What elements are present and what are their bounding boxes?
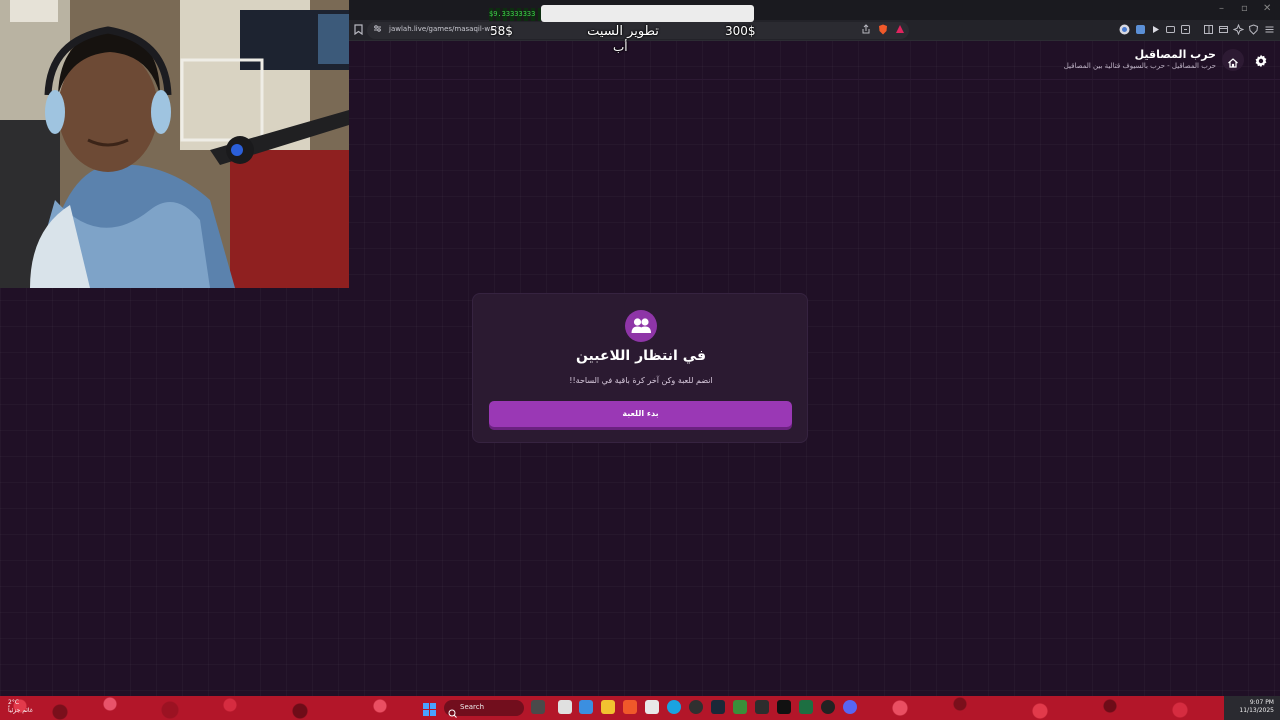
close-button[interactable]: ✕ (1263, 3, 1271, 14)
waiting-title: في انتظار اللاعبين (575, 348, 707, 364)
donation-ticker: $9.33333333 (489, 8, 541, 21)
extension-icon-4[interactable] (1165, 24, 1176, 35)
extension-icon-2[interactable] (1135, 24, 1146, 35)
steam-app-icon[interactable] (711, 700, 725, 714)
brave-shield-icon[interactable] (877, 24, 888, 35)
goal-current-amount: 58$ (490, 24, 513, 38)
page-subtitle: حرب المصاقيل - حرب بالسيوف قتالية بين ال… (1063, 62, 1216, 70)
home-icon (1227, 54, 1239, 73)
windows-start-icon[interactable] (423, 701, 436, 720)
taskbar-search[interactable]: Search (444, 700, 524, 718)
copilot-app-icon[interactable] (579, 700, 593, 714)
excel-app-icon[interactable] (799, 700, 813, 714)
extension-icon-3[interactable] (1150, 24, 1161, 35)
home-button[interactable] (1222, 49, 1244, 71)
goal-title-line2: أب (613, 40, 628, 54)
site-settings-icon[interactable] (372, 24, 383, 35)
url-text[interactable]: jawlah.live/games/masaqil-war?c (389, 25, 505, 33)
goal-title: تطوير السيت (587, 24, 659, 39)
widgets-app-icon[interactable] (558, 700, 572, 714)
search-placeholder: Search (460, 703, 485, 711)
weather-desc: غائم جزئياً (8, 707, 33, 714)
waiting-subtitle: انضم للعبة وكن آخر كرة باقية في الساحة!! (569, 376, 713, 385)
search-icon (448, 703, 457, 720)
media-app-icon[interactable] (821, 700, 835, 714)
brave-rewards-icon[interactable] (894, 24, 905, 35)
brave-browser-icon[interactable] (623, 700, 637, 714)
xbox-app-icon[interactable] (733, 700, 747, 714)
gear-icon (1254, 53, 1268, 72)
menu-icon[interactable] (1264, 24, 1275, 35)
page-title: حرب المصاقيل (1134, 48, 1216, 61)
share-icon[interactable] (860, 24, 871, 35)
header-divider (349, 79, 1280, 80)
notepad-app-icon[interactable] (645, 700, 659, 714)
discord-app-icon[interactable] (843, 700, 857, 714)
system-tray[interactable]: 9:07 PM 11/13/2025 (1224, 696, 1280, 720)
tiktok-app-icon[interactable] (777, 700, 791, 714)
settings-button[interactable] (1250, 49, 1272, 71)
extensions-puzzle-icon[interactable] (1180, 24, 1191, 35)
obs-app-icon[interactable] (689, 700, 703, 714)
weather-temp: 2°C (8, 699, 20, 706)
sidebar-icon[interactable] (1203, 24, 1214, 35)
weather-widget[interactable]: 2°C غائم جزئياً (8, 699, 33, 715)
tabs-icon[interactable] (1218, 24, 1229, 35)
extension-icon-1[interactable] (1119, 24, 1130, 35)
file-explorer-icon[interactable] (601, 700, 615, 714)
taskbar: 9:07 PM 11/13/2025 (0, 696, 1280, 720)
clock-time: 9:07 PM (1249, 699, 1274, 706)
terminal-app-icon[interactable] (755, 700, 769, 714)
donation-goal-bar (541, 5, 754, 22)
clock-date: 11/13/2025 (1239, 707, 1274, 714)
goal-target-amount: 300$ (725, 24, 756, 38)
vpn-shield-icon[interactable] (1248, 24, 1259, 35)
leo-ai-icon[interactable] (1232, 23, 1245, 36)
edge-browser-icon[interactable] (667, 700, 681, 714)
restore-button[interactable]: ▫ (1241, 3, 1248, 14)
task-view-icon[interactable] (531, 700, 545, 714)
webcam-feed (0, 0, 349, 288)
bookmark-icon[interactable] (353, 24, 364, 36)
start-game-button[interactable]: بدء اللعبة (489, 401, 792, 427)
players-icon (625, 310, 657, 342)
minimize-button[interactable]: – (1219, 3, 1224, 14)
waiting-card: في انتظار اللاعبين انضم للعبة وكن آخر كر… (472, 293, 808, 443)
